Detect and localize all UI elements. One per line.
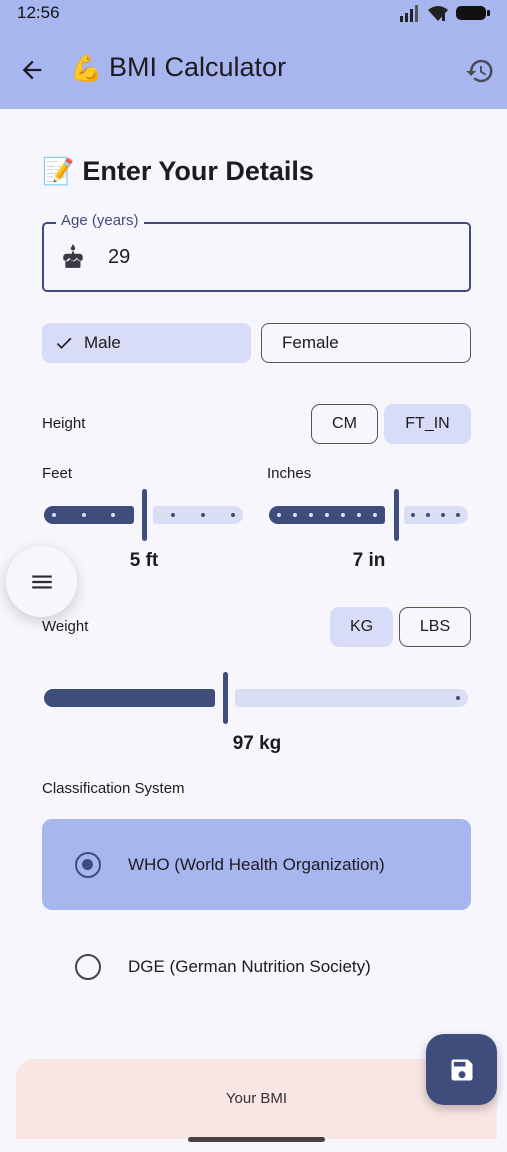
signal-icon [400,5,418,22]
classification-option-dge[interactable]: DGE (German Nutrition Society) [42,921,471,1012]
classification-dge-label: DGE (German Nutrition Society) [128,957,371,976]
bmi-result-label: Your BMI [225,1090,288,1107]
inches-tick [456,513,460,517]
weight-tick [456,696,460,700]
age-value: 29 [108,246,131,268]
inches-tick [277,513,281,517]
title-emoji: 💪 [70,54,103,84]
radio-dge[interactable] [75,954,101,980]
inches-tick [441,513,445,517]
unit-cm-button[interactable]: CM [311,404,378,444]
app-bar: 💪 BMI Calculator [0,30,507,109]
unit-lbs-button[interactable]: LBS [399,607,471,647]
unit-kg-label: KG [349,618,374,635]
feet-tick [52,513,56,517]
back-arrow-icon[interactable] [18,56,46,84]
gender-female-button[interactable]: Female [261,323,471,363]
unit-ftin-button[interactable]: FT_IN [384,404,471,444]
feet-slider-inactive-track [153,506,243,524]
weight-slider-active-track [44,689,215,707]
classification-label: Classification System [42,780,185,797]
home-indicator[interactable] [188,1137,325,1142]
unit-ftin-label: FT_IN [405,415,450,432]
unit-lbs-label: LBS [419,618,451,635]
radio-who[interactable] [75,852,101,878]
status-bar: 12:56 [0,0,507,30]
inches-tick [411,513,415,517]
menu-fab[interactable] [6,546,77,617]
unit-cm-label: CM [332,415,357,432]
inches-tick [373,513,377,517]
gender-male-label: Male [84,333,121,352]
classification-option-who[interactable]: WHO (World Health Organization) [42,819,471,910]
save-icon [451,1059,472,1080]
gender-female-label: Female [282,333,339,352]
weight-label: Weight [42,618,89,635]
status-icons [399,4,491,22]
age-field[interactable]: 29 [42,222,471,292]
app-title: BMI Calculator [109,52,287,82]
wifi-icon [428,6,448,21]
inches-tick [309,513,313,517]
inches-tick [341,513,345,517]
menu-icon [31,575,52,588]
classification-who-label: WHO (World Health Organization) [128,855,385,874]
feet-tick [231,513,235,517]
unit-kg-button[interactable]: KG [330,607,393,647]
weight-slider-inactive-track [235,689,468,707]
feet-slider-thumb[interactable] [142,489,147,541]
inches-slider-thumb[interactable] [394,489,399,541]
weight-value: 97 kg [232,733,282,754]
save-fab[interactable] [426,1034,497,1105]
inches-slider[interactable] [269,489,468,541]
inches-tick [325,513,329,517]
age-label: Age (years) [56,212,144,229]
inches-tick [357,513,361,517]
gender-male-button[interactable]: Male [42,323,251,363]
history-icon[interactable] [465,56,495,86]
feet-tick [111,513,115,517]
bmi-result-card: Your BMI [16,1059,497,1139]
section-title: 📝 Enter Your Details [42,156,314,187]
feet-slider[interactable] [44,489,243,541]
height-label: Height [42,415,86,432]
feet-tick [82,513,86,517]
inches-value: 7 in [352,550,386,571]
weight-slider[interactable] [44,672,468,724]
battery-icon [456,6,490,20]
status-time: 12:56 [17,3,60,22]
feet-tick [201,513,205,517]
cake-icon [63,244,83,268]
inches-tick [426,513,430,517]
inches-label: Inches [267,465,312,482]
section-title-text: Enter Your Details [82,156,314,186]
memo-emoji: 📝 [42,156,75,187]
check-icon [56,337,72,349]
weight-slider-thumb[interactable] [223,672,228,724]
feet-label: Feet [42,465,73,482]
inches-tick [293,513,297,517]
feet-value: 5 ft [129,550,159,571]
feet-tick [171,513,175,517]
feet-slider-active-track [44,506,134,524]
